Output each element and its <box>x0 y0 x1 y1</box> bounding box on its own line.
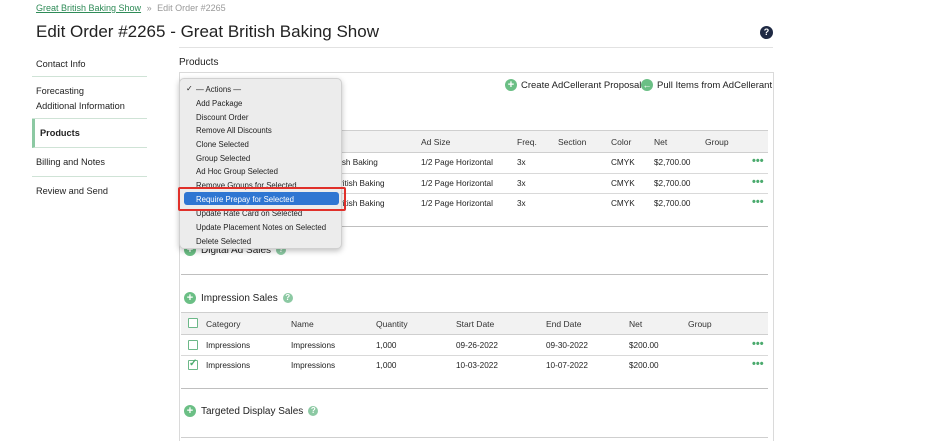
col-header-net[interactable]: Net <box>629 319 642 329</box>
table-row-start-date: 09-26-2022 <box>456 341 498 350</box>
col-header-net[interactable]: Net <box>654 137 667 147</box>
col-header-ad-size[interactable]: Ad Size <box>421 137 450 147</box>
table-row-quantity: 1,000 <box>376 341 397 350</box>
col-header-start-date[interactable]: Start Date <box>456 319 494 329</box>
targeted-display-sales-title: Targeted Display Sales <box>201 405 304 417</box>
row-menu-icon[interactable]: ••• <box>752 338 764 350</box>
col-header-category[interactable]: Category <box>206 319 241 329</box>
page-title: Edit Order #2265 - Great British Baking … <box>36 22 379 41</box>
table-row-net: $200.00 <box>629 361 659 370</box>
col-header-freq[interactable]: Freq. <box>517 137 537 147</box>
help-icon[interactable]: ? <box>760 26 773 39</box>
plus-circle-icon[interactable]: + <box>184 405 196 417</box>
col-header-group[interactable]: Group <box>705 137 729 147</box>
impression-sales-title: Impression Sales <box>201 292 278 304</box>
table-row-net: $2,700.00 <box>654 179 691 188</box>
menu-item-clone-selected[interactable]: Clone Selected <box>196 140 249 149</box>
table-row-ad-size: 1/2 Page Horizontal <box>421 179 493 188</box>
actions-dropdown-menu[interactable]: ✓ — Actions — Add Package Discount Order… <box>179 78 342 249</box>
table-row-end-date: 10-07-2022 <box>546 361 588 370</box>
row-divider <box>181 355 768 356</box>
sidebar-item-products[interactable]: Products <box>32 119 147 148</box>
table-row-freq: 3x <box>517 179 526 188</box>
table-row-net: $2,700.00 <box>654 199 691 208</box>
menu-item-update-placement-notes[interactable]: Update Placement Notes on Selected <box>196 223 326 232</box>
row-menu-icon[interactable]: ••• <box>752 196 764 208</box>
section-divider <box>181 274 768 275</box>
menu-item-actions-placeholder[interactable]: — Actions — <box>196 85 241 94</box>
help-icon[interactable]: ? <box>308 406 319 416</box>
table-row-quantity: 1,000 <box>376 361 397 370</box>
targeted-display-sales-section: + Targeted Display Sales ? <box>184 405 319 417</box>
breadcrumb-current: Edit Order #2265 <box>157 3 226 13</box>
menu-item-remove-all-discounts[interactable]: Remove All Discounts <box>196 126 272 135</box>
table-row-category: Impressions <box>206 361 251 370</box>
table-row-category: Impressions <box>206 341 251 350</box>
col-header-color[interactable]: Color <box>611 137 631 147</box>
section-divider <box>181 388 768 389</box>
table-row-end-date: 09-30-2022 <box>546 341 588 350</box>
sidebar-item-review-send[interactable]: Review and Send <box>32 177 147 205</box>
sidebar-item-contact-info[interactable]: Contact Info <box>32 52 147 77</box>
table-row-name: Impressions <box>291 361 336 370</box>
table-row-net: $200.00 <box>629 341 659 350</box>
sidebar-nav: Contact Info Forecasting Additional Info… <box>32 52 147 205</box>
annotation-highlight-box <box>178 187 346 211</box>
menu-item-group-selected[interactable]: Group Selected <box>196 154 250 163</box>
col-header-group[interactable]: Group <box>688 319 712 329</box>
sidebar-item-billing-notes[interactable]: Billing and Notes <box>32 148 147 177</box>
sidebar-item-forecasting[interactable]: Forecasting <box>32 77 147 98</box>
row-menu-icon[interactable]: ••• <box>752 358 764 370</box>
select-all-checkbox[interactable] <box>188 318 198 328</box>
menu-item-add-package[interactable]: Add Package <box>196 99 242 108</box>
menu-item-ad-hoc-group-selected[interactable]: Ad Hoc Group Selected <box>196 167 278 176</box>
table-row-ad-size: 1/2 Page Horizontal <box>421 199 493 208</box>
impression-sales-section: + Impression Sales ? <box>184 292 293 304</box>
plus-circle-icon: + <box>505 79 517 91</box>
col-header-name[interactable]: Name <box>291 319 314 329</box>
table-row-freq: 3x <box>517 158 526 167</box>
plus-circle-icon[interactable]: + <box>184 292 196 304</box>
section-divider <box>181 437 768 438</box>
table-row-name: Impressions <box>291 341 336 350</box>
table-row-name: ritish Baking <box>340 199 385 208</box>
row-menu-icon[interactable]: ••• <box>752 176 764 188</box>
row-checkbox[interactable] <box>188 340 198 350</box>
table-row-color: CMYK <box>611 179 635 188</box>
table-row-color: CMYK <box>611 158 635 167</box>
breadcrumb-separator: » <box>146 3 152 13</box>
table-row-name: ish Baking <box>340 158 378 167</box>
row-checkbox[interactable] <box>188 358 198 370</box>
col-header-quantity[interactable]: Quantity <box>376 319 408 329</box>
breadcrumb-link-show[interactable]: Great British Baking Show <box>36 3 141 13</box>
checkmark-icon: ✓ <box>186 84 193 93</box>
create-proposal-label: Create AdCellerant Proposal <box>521 79 642 91</box>
menu-item-delete-selected[interactable]: Delete Selected <box>196 237 251 246</box>
col-header-end-date[interactable]: End Date <box>546 319 581 329</box>
table-row-start-date: 10-03-2022 <box>456 361 498 370</box>
pull-items-button[interactable]: ← Pull Items from AdCellerant <box>641 79 772 91</box>
title-divider <box>179 47 773 48</box>
arrow-left-circle-icon: ← <box>641 79 653 91</box>
sidebar-item-additional-information[interactable]: Additional Information <box>32 98 147 119</box>
create-proposal-button[interactable]: + Create AdCellerant Proposal <box>505 79 641 91</box>
col-header-section[interactable]: Section <box>558 137 586 147</box>
row-menu-icon[interactable]: ••• <box>752 155 764 167</box>
table-row-net: $2,700.00 <box>654 158 691 167</box>
menu-item-discount-order[interactable]: Discount Order <box>196 113 248 122</box>
table-row-color: CMYK <box>611 199 635 208</box>
breadcrumb: Great British Baking Show » Edit Order #… <box>36 3 226 13</box>
table-row-name: ritish Baking <box>340 179 385 188</box>
table-row-ad-size: 1/2 Page Horizontal <box>421 158 493 167</box>
help-icon[interactable]: ? <box>282 293 293 303</box>
table-row-freq: 3x <box>517 199 526 208</box>
products-heading: Products <box>179 57 219 68</box>
pull-items-label: Pull Items from AdCellerant <box>657 79 773 91</box>
